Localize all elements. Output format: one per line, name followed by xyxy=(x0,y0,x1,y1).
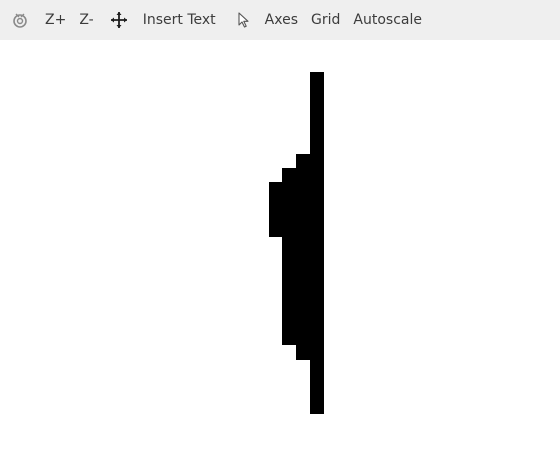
pan-button[interactable] xyxy=(109,6,129,34)
insert-text-button[interactable]: Insert Text xyxy=(143,6,216,34)
zoom-out-label: Z- xyxy=(79,12,94,28)
plot-canvas[interactable] xyxy=(0,40,560,461)
plot-area xyxy=(269,72,324,414)
insert-text-label: Insert Text xyxy=(142,12,216,28)
shape-segment xyxy=(296,154,310,360)
grid-button[interactable]: Grid xyxy=(311,6,340,34)
axes-label: Axes xyxy=(264,12,298,28)
autoscale-label: Autoscale xyxy=(353,12,422,28)
reset-view-button[interactable] xyxy=(10,6,30,34)
select-pointer-icon xyxy=(238,12,249,28)
shape-segment xyxy=(282,168,296,345)
axes-button[interactable]: Axes xyxy=(265,6,298,34)
zoom-out-button[interactable]: Z- xyxy=(79,6,93,34)
shape-segment xyxy=(269,182,282,237)
zoom-in-button[interactable]: Z+ xyxy=(45,6,66,34)
plot-toolbar: Z+ Z- Insert Text Axes Grid Autoscale xyxy=(0,0,560,40)
select-button[interactable] xyxy=(234,6,254,34)
shape-segment xyxy=(310,72,324,414)
autoscale-button[interactable]: Autoscale xyxy=(353,6,422,34)
pan-move-icon xyxy=(110,12,127,28)
zoom-in-label: Z+ xyxy=(45,12,67,28)
grid-label: Grid xyxy=(311,12,341,28)
reset-view-icon xyxy=(13,13,27,28)
plotted-shape xyxy=(269,72,324,414)
